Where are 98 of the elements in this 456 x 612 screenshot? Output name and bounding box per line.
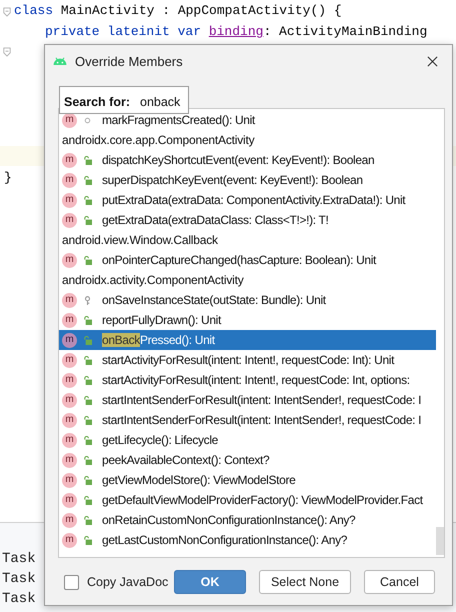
code-line: class MainActivity : AppCompatActivity() { (14, 2, 342, 20)
member-signature: getExtraData(extraDataClass: Class<T!>!): T! (102, 213, 328, 227)
member-row[interactable]: m onBackPressed(): Unit (59, 330, 436, 350)
search-popup[interactable]: Search for: onback (59, 86, 189, 114)
member-signature: startActivityForResult(intent: Intent!, requestCode: Int, options: (102, 373, 410, 387)
method-badge: m (62, 352, 77, 368)
method-badge: m (62, 532, 77, 548)
method-badge: m (62, 332, 77, 348)
member-row[interactable]: m dispatchKeyShortcutEvent(event: KeyEvent!): Boolean (59, 150, 436, 170)
unlock-icon (83, 536, 92, 544)
member-signature: markFragmentsCreated(): Unit (102, 113, 255, 127)
method-badge: m (62, 292, 77, 308)
search-label: Search for: (64, 95, 130, 109)
scrollbar-thumb[interactable] (436, 527, 444, 555)
group-header: android.view.Window.Callback (61, 232, 218, 249)
member-signature: onSaveInstanceState(outState: Bundle): Unit (102, 293, 326, 307)
member-row[interactable]: m startActivityForResult(intent: Intent!, requestCode: Int, options: (59, 370, 436, 390)
member-row[interactable]: m getDefaultViewModelProviderFactory(): ViewModelProvider.Fact (59, 490, 436, 510)
fold-icon[interactable] (3, 47, 11, 57)
member-signature: getViewModelStore(): ViewModelStore (102, 473, 296, 487)
member-signature: putExtraData(extraData: ComponentActivity.ExtraData!): Unit (102, 193, 406, 207)
unlock-icon (83, 336, 92, 344)
code-line: } (4, 169, 12, 187)
method-badge: m (62, 172, 77, 188)
member-row[interactable]: m getViewModelStore(): ViewModelStore (59, 470, 436, 490)
member-signature: Pressed(): Unit (140, 333, 215, 347)
ok-button[interactable]: OK (174, 570, 246, 594)
unlock-icon (83, 456, 92, 464)
unlock-icon (83, 416, 92, 424)
method-badge: m (62, 392, 77, 408)
member-row[interactable]: m startIntentSenderForResult(intent: IntentSender!, requestCode: I (59, 390, 436, 410)
member-signature: reportFullyDrawn(): Unit (102, 313, 221, 327)
unlock-icon (83, 316, 92, 324)
member-signature: startActivityForResult(intent: Intent!, requestCode: Int): Unit (102, 353, 394, 367)
method-badge: m (62, 252, 77, 268)
member-row[interactable]: m superDispatchKeyEvent(event: KeyEvent!): Boolean (59, 170, 436, 190)
member-row[interactable]: m onPointerCaptureChanged(hasCapture: Boolean): Unit (59, 250, 436, 270)
unlock-icon (83, 476, 92, 484)
dialog-title: Override Members (75, 54, 184, 68)
unlock-icon (83, 496, 92, 504)
method-badge: m (62, 472, 77, 488)
member-row[interactable]: m getLastCustomNonConfigurationInstance(): Any? (59, 530, 436, 550)
member-row[interactable]: m startActivityForResult(intent: Intent!, requestCode: Int): Unit (59, 350, 436, 370)
checkbox[interactable] (64, 574, 79, 590)
console-line: Task (1, 550, 36, 569)
method-badge: m (62, 412, 77, 428)
member-row[interactable]: m reportFullyDrawn(): Unit (59, 310, 436, 330)
member-signature: superDispatchKeyEvent(event: KeyEvent!): Boolean (102, 173, 363, 187)
unlock-icon (83, 396, 92, 404)
member-row[interactable]: m onSaveInstanceState(outState: Bundle): Unit (59, 290, 436, 310)
method-badge: m (62, 432, 77, 448)
unlock-icon (83, 516, 92, 524)
member-row[interactable]: m onRetainCustomNonConfigurationInstance(): Any? (59, 510, 436, 530)
unlock-icon (83, 196, 92, 204)
member-signature: onRetainCustomNonConfigurationInstance(): Any? (102, 513, 356, 527)
unlock-icon (83, 176, 92, 184)
member-signature: dispatchKeyShortcutEvent(event: KeyEvent!): Boolean (102, 153, 374, 167)
close-icon[interactable] (427, 56, 438, 66)
method-badge: m (62, 152, 77, 168)
member-row[interactable]: m startIntentSenderForResult(intent: IntentSender!, requestCode: I (59, 410, 436, 430)
unlock-icon (83, 356, 92, 364)
member-signature: peekAvailableContext(): Context? (102, 453, 270, 467)
method-badge: m (62, 192, 77, 208)
android-icon (52, 56, 68, 66)
member-signature: onPointerCaptureChanged(hasCapture: Boolean): Unit (102, 253, 376, 267)
code-line: private lateinit var binding: ActivityMainBinding (44, 23, 428, 41)
member-signature: startIntentSenderForResult(intent: IntentSender!, requestCode: I (102, 413, 422, 427)
console-line: Task (1, 570, 36, 589)
member-signature: getLifecycle(): Lifecycle (102, 433, 218, 447)
member-signature: getDefaultViewModelProviderFactory(): ViewModelProvider.Fact (102, 493, 423, 507)
method-badge: m (62, 492, 77, 508)
method-badge: m (62, 512, 77, 528)
member-signature: getLastCustomNonConfigurationInstance(): Any? (102, 533, 348, 547)
member-row[interactable]: m peekAvailableContext(): Context? (59, 450, 436, 470)
method-badge: m (62, 372, 77, 388)
key-icon (83, 296, 92, 304)
dialog-button[interactable]: Cancel (364, 570, 435, 594)
unlock-icon (83, 376, 92, 384)
unlock-icon (83, 216, 92, 224)
method-badge: m (62, 212, 77, 228)
circle-icon (83, 116, 92, 124)
method-badge: m (62, 312, 77, 328)
search-text: onback (140, 95, 180, 109)
member-signature: startIntentSenderForResult(intent: IntentSender!, requestCode: I (102, 393, 422, 407)
checkbox-label: Copy JavaDoc (87, 575, 168, 589)
group-header: androidx.core.app.ComponentActivity (61, 132, 254, 149)
unlock-icon (83, 436, 92, 444)
member-row[interactable]: m getLifecycle(): Lifecycle (59, 430, 436, 450)
match-highlight: onBack (102, 333, 140, 347)
method-badge: m (62, 452, 77, 468)
console-line: Task (1, 590, 36, 609)
member-row[interactable]: m putExtraData(extraData: ComponentActivity.ExtraData!): Unit (59, 190, 436, 210)
fold-icon[interactable] (3, 7, 11, 17)
dialog-button[interactable]: Select None (259, 570, 351, 594)
unlock-icon (83, 156, 92, 164)
group-header: androidx.activity.ComponentActivity (61, 272, 244, 289)
member-row[interactable]: m getExtraData(extraDataClass: Class<T!>!): T! (59, 210, 436, 230)
unlock-icon (83, 256, 92, 264)
